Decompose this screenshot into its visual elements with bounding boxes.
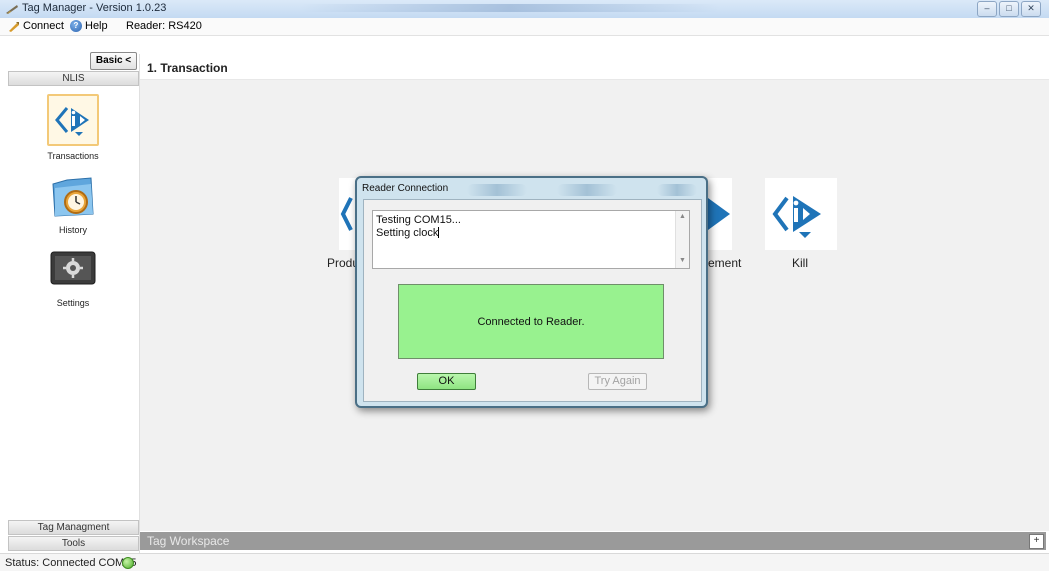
menu-help[interactable]: ? Help	[70, 20, 108, 32]
try-again-button[interactable]: Try Again	[588, 373, 647, 390]
id-logo-icon	[772, 196, 821, 238]
connection-status-panel: Connected to Reader.	[398, 284, 664, 359]
workspace-expand-button[interactable]: +	[1029, 534, 1044, 549]
page-title: 1. Transaction	[147, 61, 228, 75]
tile-management[interactable]	[708, 178, 732, 250]
sidebar-item-settings-label: Settings	[56, 298, 90, 308]
connection-status-message: Connected to Reader.	[477, 316, 585, 328]
maximize-button[interactable]: □	[999, 1, 1019, 17]
title-bar: Tag Manager - Version 1.0.23 – □ ✕	[0, 0, 1049, 19]
window-title: Tag Manager - Version 1.0.23	[22, 2, 167, 14]
id-logo-icon	[708, 198, 730, 230]
sidebar-item-settings[interactable]	[49, 248, 101, 300]
close-button[interactable]: ✕	[1021, 1, 1041, 17]
app-icon	[6, 5, 18, 14]
reader-connection-dialog: Reader Connection Testing COM15... Setti…	[355, 176, 708, 408]
workspace-label: Tag Workspace	[147, 534, 230, 548]
connect-icon	[9, 21, 19, 32]
minimize-button[interactable]: –	[977, 1, 997, 17]
dialog-title: Reader Connection	[362, 183, 449, 194]
status-bar: Status: Connected COM15	[0, 553, 1049, 571]
title-decoration	[657, 184, 697, 196]
scroll-down-icon[interactable]: ▼	[679, 257, 686, 264]
sidebar-item-history-label: History	[58, 225, 87, 235]
sidebar-item-transactions-label: Transactions	[47, 151, 99, 161]
menu-help-label: Help	[85, 20, 108, 32]
dialog-body: Testing COM15... Setting clock ▲ ▼ Conne…	[363, 199, 702, 402]
tile-management-label: ement	[708, 256, 742, 270]
scroll-up-icon[interactable]: ▲	[679, 213, 686, 220]
sidebar-item-transactions[interactable]	[47, 94, 99, 146]
status-text: Status: Connected COM15	[5, 557, 137, 569]
sidebar-section-nlis[interactable]: NLIS	[8, 71, 139, 86]
menu-connect[interactable]: Connect	[8, 20, 64, 32]
ok-button[interactable]: OK	[417, 373, 476, 390]
tile-kill-label: Kill	[792, 256, 809, 270]
window-controls: – □ ✕	[977, 1, 1041, 17]
title-decoration	[467, 184, 527, 196]
sidebar-section-tools[interactable]: Tools	[8, 536, 139, 551]
title-decoration	[557, 184, 617, 196]
gear-icon	[50, 251, 96, 285]
connection-log[interactable]: Testing COM15... Setting clock ▲ ▼	[372, 210, 690, 269]
workspace-bar: Tag Workspace +	[140, 532, 1046, 550]
basic-mode-button[interactable]: Basic <	[90, 52, 137, 70]
tile-kill[interactable]	[765, 178, 837, 250]
log-line: Setting clock	[376, 227, 440, 239]
status-indicator-icon	[122, 557, 134, 569]
id-logo-icon	[55, 107, 89, 136]
menu-connect-label: Connect	[23, 20, 64, 32]
sidebar-section-tag-management[interactable]: Tag Managment	[8, 520, 139, 535]
reader-indicator: Reader: RS420	[126, 20, 202, 32]
reader-label: Reader: RS420	[126, 20, 202, 32]
log-line: Testing COM15...	[376, 214, 461, 226]
menu-bar: Connect ? Help Reader: RS420	[0, 18, 1049, 36]
background-window-title	[300, 4, 720, 12]
clock-folder-icon	[52, 177, 94, 217]
sidebar-item-history[interactable]	[47, 170, 99, 222]
page-header: 1. Transaction	[140, 57, 1049, 80]
log-scrollbar[interactable]: ▲ ▼	[675, 211, 689, 268]
help-icon: ?	[70, 20, 82, 32]
